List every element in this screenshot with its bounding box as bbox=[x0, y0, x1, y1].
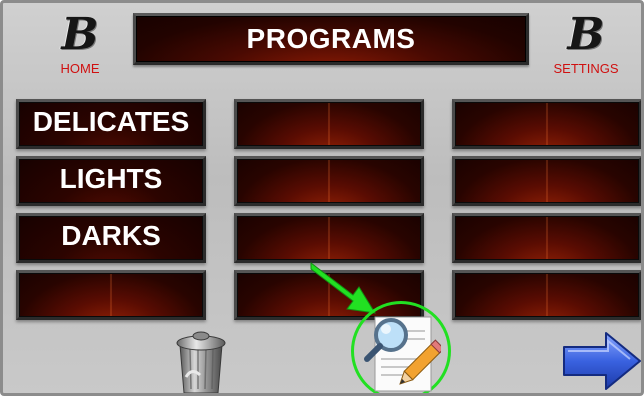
program-label: LIGHTS bbox=[59, 163, 163, 194]
page-title: PROGRAMS bbox=[133, 13, 529, 65]
program-slot-empty[interactable] bbox=[452, 99, 641, 149]
brand-logo-icon: B bbox=[567, 9, 605, 60]
home-button[interactable]: B HOME bbox=[25, 11, 135, 89]
edit-program-button[interactable] bbox=[361, 309, 445, 393]
program-label: DARKS bbox=[61, 220, 161, 251]
magnifier-pencil-document-icon bbox=[364, 316, 445, 392]
delete-button[interactable] bbox=[166, 325, 236, 393]
program-slot-empty[interactable] bbox=[234, 156, 424, 206]
program-slot-empty[interactable] bbox=[452, 156, 641, 206]
settings-label: SETTINGS bbox=[553, 61, 619, 76]
next-page-button[interactable] bbox=[560, 329, 641, 393]
trash-can-icon bbox=[176, 331, 226, 393]
settings-button[interactable]: B SETTINGS bbox=[531, 11, 641, 89]
brand-logo-icon: B bbox=[61, 9, 99, 60]
right-arrow-icon bbox=[563, 332, 641, 390]
home-label: HOME bbox=[60, 61, 100, 76]
programs-screen: B HOME PROGRAMS B SETTINGS DELICATES LIG… bbox=[0, 0, 644, 396]
program-slot-empty[interactable] bbox=[452, 213, 641, 263]
program-slot-empty[interactable] bbox=[452, 270, 641, 320]
program-slot-empty[interactable] bbox=[16, 270, 206, 320]
program-label: DELICATES bbox=[32, 106, 190, 137]
program-slot-empty[interactable] bbox=[234, 99, 424, 149]
program-slot-darks[interactable]: DARKS bbox=[16, 213, 206, 263]
program-slot-delicates[interactable]: DELICATES bbox=[16, 99, 206, 149]
program-slot-lights[interactable]: LIGHTS bbox=[16, 156, 206, 206]
